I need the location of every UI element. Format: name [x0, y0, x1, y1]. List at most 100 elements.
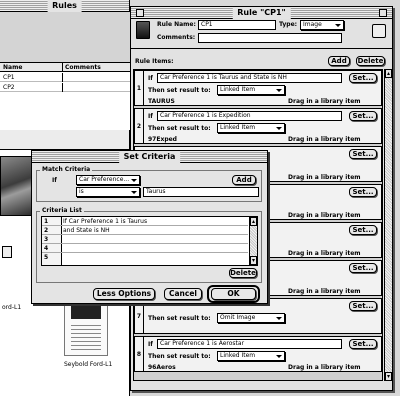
set-condition-button[interactable]: Set...: [349, 111, 377, 121]
preview-text-lines: [71, 325, 101, 351]
match-criteria-label: Match Criteria: [40, 166, 93, 173]
rule-name-cell: CP1: [3, 74, 15, 81]
list-item[interactable]: 4: [42, 244, 248, 253]
condition-field[interactable]: Car Preference 1 is Aerostar: [157, 339, 342, 349]
criteria-value-field[interactable]: Taurus: [143, 187, 259, 197]
rule-name-field[interactable]: CP1: [198, 20, 276, 30]
result-popup-value: Linked Item: [220, 86, 256, 93]
comments-label: Comments:: [157, 34, 196, 41]
col-header-comments[interactable]: Comments: [65, 63, 101, 72]
delete-rule-item-button[interactable]: Delete: [356, 56, 385, 66]
criteria-number: 1: [44, 218, 49, 225]
result-popup[interactable]: Linked Item: [217, 351, 285, 361]
drag-hint: Drag in a library item: [288, 288, 361, 295]
set-condition-button[interactable]: Set...: [349, 339, 377, 349]
rules-window: Rules Name Comments CP1 CP2: [0, 0, 130, 150]
set-condition-button[interactable]: Set...: [349, 301, 377, 311]
scroll-down-arrow[interactable]: ▾: [250, 256, 257, 265]
criteria-number: 3: [44, 236, 49, 243]
rules-titlebar[interactable]: Rules: [0, 0, 129, 12]
rule-titlebar[interactable]: Rule "CP1": [131, 7, 392, 19]
criteria-list-scrollbar[interactable]: ▴ ▾: [249, 217, 257, 265]
type-popup-value: Image: [303, 21, 322, 28]
cancel-button[interactable]: Cancel: [164, 288, 202, 300]
list-item[interactable]: 3: [42, 235, 248, 244]
then-label: Then set result to:: [148, 353, 211, 360]
library-item-preview[interactable]: [64, 300, 108, 356]
result-popup[interactable]: Linked Item: [217, 123, 285, 133]
library-item-name: 96Aeros: [148, 364, 176, 371]
alias-icon[interactable]: [2, 246, 12, 258]
chevron-down-icon: [276, 89, 282, 92]
result-popup[interactable]: Omit Image: [217, 313, 285, 323]
chevron-down-icon: [131, 191, 137, 194]
if-label: If: [148, 75, 153, 82]
field-popup-value: Car Preference...: [79, 176, 130, 183]
criteria-number: 2: [44, 227, 49, 234]
dialog-title: Set Criteria: [118, 151, 181, 163]
drag-hint: Drag in a library item: [288, 364, 361, 371]
pencil-icon[interactable]: [372, 24, 386, 38]
criteria-list-label: Criteria List: [40, 207, 84, 214]
field-popup[interactable]: Car Preference...: [76, 175, 140, 185]
ok-button[interactable]: OK: [211, 288, 256, 300]
list-item[interactable]: 5: [42, 253, 248, 263]
criteria-number: 5: [44, 254, 49, 261]
rule-window-title: Rule "CP1": [232, 7, 291, 19]
zoom-box[interactable]: [379, 9, 387, 17]
rules-table-header: Name Comments: [0, 63, 130, 72]
table-row[interactable]: CP2: [0, 83, 130, 92]
rule-items-scrollbar[interactable]: ▴ ▾: [384, 69, 392, 381]
dialog-if-label: If: [52, 177, 57, 184]
add-rule-item-button[interactable]: Add: [328, 56, 350, 66]
drag-hint: Drag in a library item: [288, 174, 361, 181]
rule-item[interactable]: 2 If Car Preference 1 is Expedition Set.…: [134, 108, 382, 144]
condition-field[interactable]: Car Preference 1 is Expedition: [157, 111, 342, 121]
result-popup-value: Omit Image: [220, 314, 256, 321]
scroll-up-arrow[interactable]: ▴: [385, 69, 392, 78]
col-header-name[interactable]: Name: [3, 63, 22, 72]
add-criterion-button[interactable]: Add: [232, 175, 256, 185]
scroll-up-arrow[interactable]: ▴: [250, 217, 257, 226]
criteria-text: and State is NH: [63, 227, 110, 234]
then-label: Then set result to:: [148, 87, 211, 94]
chevron-down-icon: [276, 317, 282, 320]
type-popup[interactable]: Image: [300, 20, 344, 30]
list-item[interactable]: 2 and State is NH: [42, 226, 248, 235]
set-condition-button[interactable]: Set...: [349, 263, 377, 273]
rule-icon: [136, 21, 150, 39]
preview-image: [71, 305, 101, 319]
result-popup-value: Linked Item: [220, 124, 256, 131]
chevron-down-icon: [276, 355, 282, 358]
type-label: Type:: [279, 21, 298, 28]
less-options-button[interactable]: Less Options: [93, 288, 155, 300]
chevron-down-icon: [131, 179, 137, 182]
then-label: Then set result to:: [148, 125, 211, 132]
library-item-name: TAURUS: [148, 98, 175, 105]
delete-criterion-button[interactable]: Delete: [229, 268, 257, 278]
car-thumbnail[interactable]: [0, 156, 34, 216]
comments-field[interactable]: [198, 33, 342, 43]
rule-item[interactable]: 1 If Car Preference 1 is Taurus and Stat…: [134, 70, 382, 106]
dialog-titlebar[interactable]: Set Criteria: [32, 151, 267, 163]
operator-popup[interactable]: is: [76, 187, 140, 197]
set-condition-button[interactable]: Set...: [349, 225, 377, 235]
set-condition-button[interactable]: Set...: [349, 73, 377, 83]
set-condition-button[interactable]: Set...: [349, 149, 377, 159]
rule-item[interactable]: 8 If Car Preference 1 is Aerostar Set...…: [134, 336, 382, 372]
table-row[interactable]: CP1: [0, 73, 130, 82]
rule-name-label: Rule Name:: [157, 21, 196, 28]
result-popup[interactable]: Linked Item: [217, 85, 285, 95]
scroll-down-arrow[interactable]: ▾: [385, 372, 392, 381]
close-box[interactable]: [136, 9, 144, 17]
rules-window-title: Rules: [47, 0, 82, 12]
condition-field[interactable]: Car Preference 1 is Taurus and State is …: [157, 73, 342, 83]
library-item-caption: ord-L1: [2, 304, 22, 311]
rule-name-cell: CP2: [3, 84, 15, 91]
if-label: If: [148, 341, 153, 348]
drag-hint: Drag in a library item: [288, 98, 361, 105]
set-condition-button[interactable]: Set...: [349, 187, 377, 197]
match-criteria-group: [36, 170, 262, 202]
list-item[interactable]: 1 If Car Preference 1 is Taurus: [42, 217, 248, 226]
col-divider: [62, 73, 63, 82]
